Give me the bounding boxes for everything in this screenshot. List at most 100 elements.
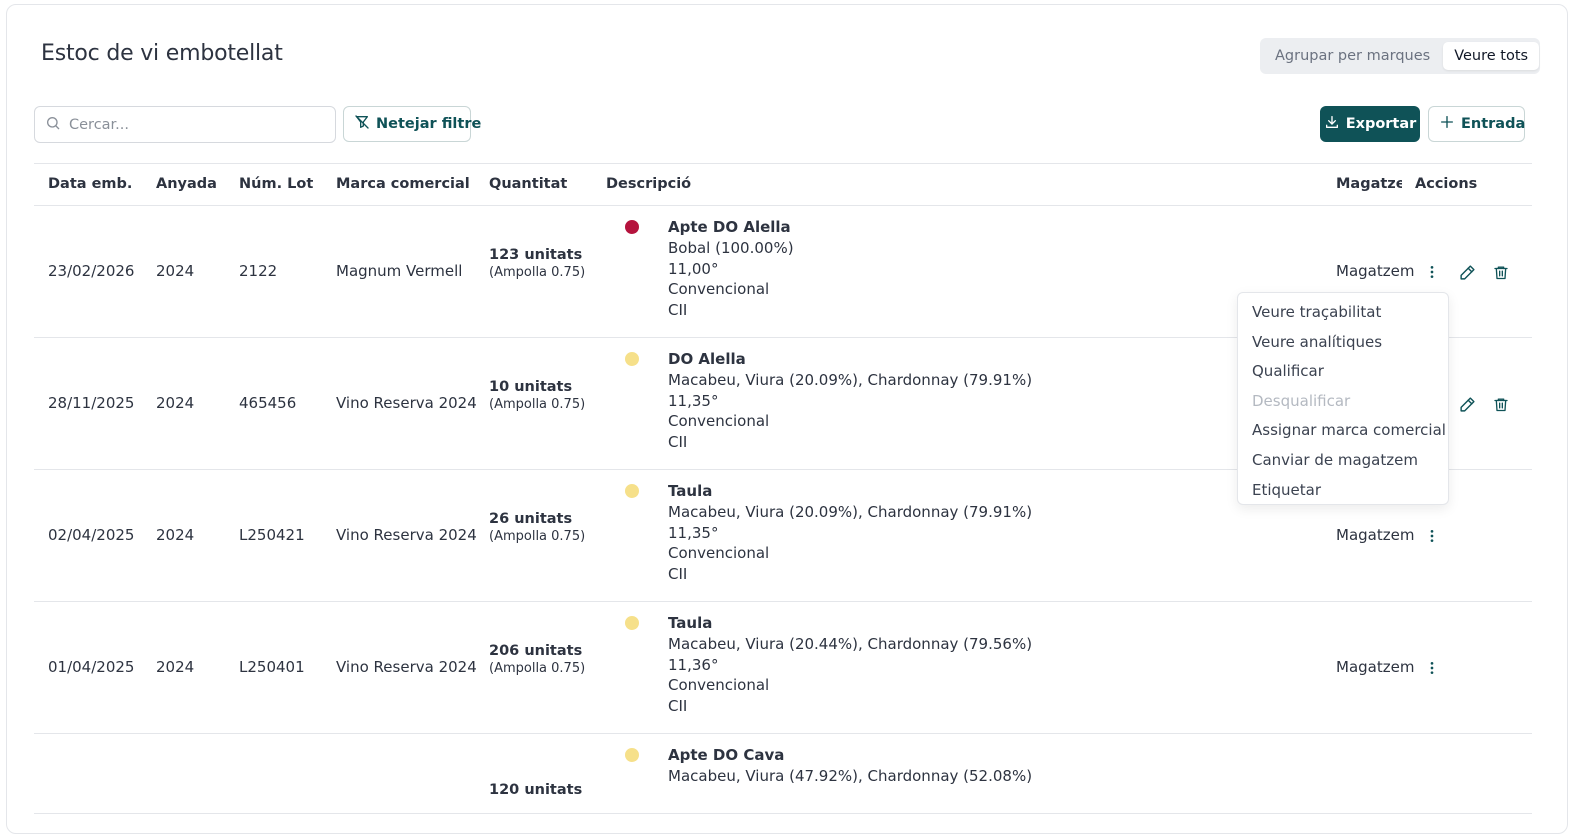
cell-warehouse: Magatzem [1336, 658, 1415, 676]
quantity-value: 26 unitats [489, 511, 573, 527]
quantity-value: 206 unitats [489, 643, 583, 659]
description-title: Taula [668, 614, 713, 632]
description-degree: 11,36° [668, 655, 719, 674]
col-description[interactable]: Descripció [606, 176, 691, 192]
menu-item-veure-anal-tiques[interactable]: Veure analítiques [1238, 328, 1448, 358]
menu-item-etiquetar[interactable]: Etiquetar [1238, 476, 1448, 506]
wine-color-dot [625, 748, 639, 762]
description-code: CII [668, 433, 688, 452]
pencil-icon[interactable] [1456, 393, 1478, 415]
entry-button[interactable]: Entrada [1428, 106, 1525, 142]
menu-item-veure-tra-abilitat[interactable]: Veure traçabilitat [1238, 298, 1448, 328]
wine-color-dot [625, 616, 639, 630]
description-title: Apte DO Alella [668, 218, 791, 236]
cell-description: Taula Macabeu, Viura (20.44%), Chardonnay… [668, 613, 1032, 717]
cell-vintage: 2024 [156, 526, 195, 544]
more-vertical-icon[interactable] [1421, 657, 1443, 679]
search-icon [45, 115, 61, 135]
cell-bottling-date: 28/11/2025 [48, 394, 135, 412]
menu-item-qualificar[interactable]: Qualificar [1238, 357, 1448, 387]
description-degree: 11,00° [668, 259, 719, 278]
cell-description: DO Alella Macabeu, Viura (20.09%), Chardo… [668, 349, 1032, 453]
cell-description: Taula Macabeu, Viura (20.09%), Chardonnay… [668, 481, 1032, 585]
filter-off-icon [354, 114, 370, 134]
col-lot-number[interactable]: Núm. Lot [239, 176, 313, 192]
more-vertical-icon[interactable] [1421, 261, 1443, 283]
col-warehouse[interactable]: Magatzem [1336, 176, 1402, 192]
description-varieties: Macabeu, Viura (20.09%), Chardonnay (79.… [668, 502, 1033, 521]
quantity-value: 123 unitats [489, 247, 583, 263]
cell-warehouse: Magatzem [1336, 526, 1415, 544]
cell-quantity: 123 unitats (Ampolla 0.75) [489, 247, 585, 280]
cell-lot-number: 465456 [239, 394, 297, 412]
description-type: Convencional [668, 676, 770, 695]
toggle-view-all[interactable]: Veure tots [1443, 42, 1540, 70]
quantity-unit: (Ampolla 0.75) [489, 397, 586, 412]
cell-vintage: 2024 [156, 658, 195, 676]
export-label: Exportar [1345, 116, 1417, 132]
download-icon [1324, 114, 1340, 134]
quantity-unit: (Ampolla 0.75) [489, 529, 586, 544]
clear-filter-label: Netejar filtre [376, 116, 482, 132]
col-actions: Accions [1415, 176, 1478, 192]
search-input[interactable] [69, 116, 319, 133]
col-brand[interactable]: Marca comercial [336, 176, 470, 192]
export-button[interactable]: Exportar [1320, 106, 1420, 142]
cell-brand: Vino Reserva 2024 [336, 658, 477, 676]
quantity-value: 120 unitats [489, 782, 583, 798]
cell-brand: Vino Reserva 2024 [336, 394, 477, 412]
description-code: CII [668, 565, 688, 584]
description-title: Taula [668, 482, 713, 500]
description-title: DO Alella [668, 350, 746, 368]
more-vertical-icon[interactable] [1421, 525, 1443, 547]
clear-filter-button[interactable]: Netejar filtre [343, 106, 481, 142]
wine-color-dot [625, 220, 639, 234]
menu-item-desqualificar: Desqualificar [1252, 391, 1351, 410]
quantity-unit: (Ampolla 0.75) [489, 265, 586, 280]
pencil-icon[interactable] [1456, 261, 1478, 283]
description-degree: 11,35° [668, 523, 719, 542]
cell-warehouse: Magatzem [1336, 262, 1415, 280]
cell-bottling-date: 01/04/2025 [48, 658, 135, 676]
cell-quantity: 206 unitats (Ampolla 0.75) [489, 643, 585, 676]
description-varieties: Macabeu, Viura (47.92%), Chardonnay (52.… [668, 766, 1033, 785]
cell-lot-number: L250421 [239, 526, 305, 544]
description-type: Convencional [668, 280, 770, 299]
menu-item-assignar-marca-comercial[interactable]: Assignar marca comercial [1238, 416, 1448, 446]
description-title: Apte DO Cava [668, 746, 785, 764]
description-varieties: Macabeu, Viura (20.44%), Chardonnay (79.… [668, 634, 1033, 653]
cell-vintage: 2024 [156, 394, 195, 412]
table-row: 01/04/2025 2024 L250401 Vino Reserva 2024 20… [34, 602, 1532, 734]
quantity-unit: (Ampolla 0.75) [489, 661, 586, 676]
cell-description: Apte DO Cava Macabeu, Viura (47.92%), Cha… [668, 745, 1032, 787]
search-field[interactable] [34, 106, 336, 143]
cell-lot-number: 2122 [239, 262, 278, 280]
description-type: Convencional [668, 412, 770, 431]
description-code: CII [668, 697, 688, 716]
wine-color-dot [625, 484, 639, 498]
description-degree: 11,35° [668, 391, 719, 410]
cell-bottling-date: 23/02/2026 [48, 262, 135, 280]
plus-icon [1439, 114, 1455, 134]
quantity-value: 10 unitats [489, 379, 573, 395]
cell-brand: Vino Reserva 2024 [336, 526, 477, 544]
entry-label: Entrada [1461, 116, 1526, 132]
table-header: Data emb. Anyada Núm. Lot Marca comercia… [34, 163, 1532, 206]
row-actions-menu: Veure traçabilitat Veure analítiques Quali… [1237, 292, 1449, 505]
trash-icon[interactable] [1490, 393, 1512, 415]
cell-description: Apte DO Alella Bobal (100.00%) 11,00° Conve… [668, 217, 794, 321]
description-varieties: Bobal (100.00%) [668, 238, 794, 257]
col-vintage[interactable]: Anyada [156, 176, 217, 192]
page-title: Estoc de vi embotellat [41, 41, 283, 66]
cell-quantity: 120 unitats [489, 782, 582, 800]
menu-item-canviar-de-magatzem[interactable]: Canviar de magatzem [1238, 446, 1448, 476]
description-varieties: Macabeu, Viura (20.09%), Chardonnay (79.… [668, 370, 1033, 389]
toggle-group-by-brand[interactable]: Agrupar per marques [1264, 42, 1441, 70]
cell-quantity: 10 unitats (Ampolla 0.75) [489, 379, 585, 412]
col-quantity[interactable]: Quantitat [489, 176, 567, 192]
cell-lot-number: L250401 [239, 658, 305, 676]
col-bottling-date[interactable]: Data emb. [48, 176, 132, 192]
cell-bottling-date: 02/04/2025 [48, 526, 135, 544]
wine-color-dot [625, 352, 639, 366]
trash-icon[interactable] [1490, 261, 1512, 283]
